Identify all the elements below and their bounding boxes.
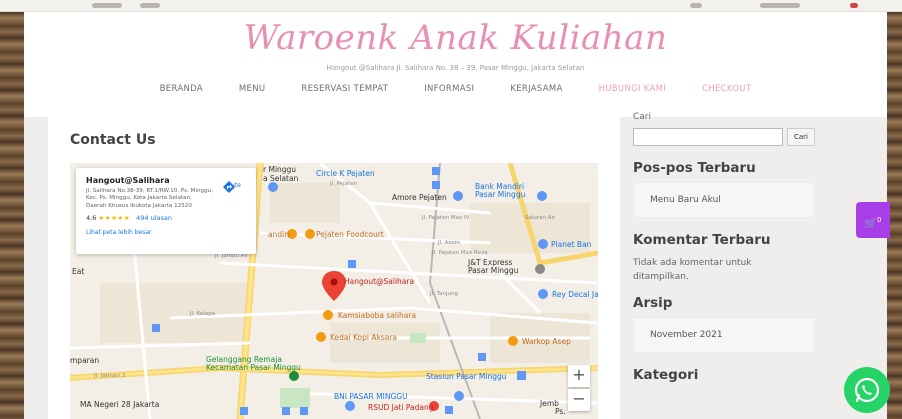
main-navigation: BERANDA MENU RESERVASI TEMPAT INFORMASI …	[24, 84, 887, 100]
search-input[interactable]	[633, 128, 783, 146]
rating-stars-icon: ★★★★★	[98, 213, 131, 222]
map-label: Planet Ban	[551, 240, 592, 249]
directions-icon	[223, 181, 235, 193]
recent-comments-title: Komentar Terbaru	[633, 232, 771, 248]
map-road-label: Jl. Pejaten Max Raya	[432, 250, 488, 256]
search-label: Cari	[633, 112, 651, 122]
map-road-label: Jl. Jatinari 3	[94, 373, 126, 379]
larger-map-link[interactable]: Lihat peta lebih besar	[86, 229, 248, 236]
map-label: Bank Mandiri Pasar Minggu	[475, 182, 526, 200]
page-title: Contact Us	[70, 132, 156, 148]
map-label: Kedai Kopi Aksara	[330, 333, 398, 342]
google-map-embed[interactable]: r Minggu a Selatan Circle K Pejaten Amor…	[70, 163, 598, 419]
whatsapp-button[interactable]	[844, 367, 890, 413]
map-road-label: Jl. Pejaten	[330, 181, 358, 187]
search-button[interactable]: Cari	[787, 128, 815, 146]
zoom-in-button[interactable]: +	[568, 365, 590, 387]
blurred-element	[850, 3, 858, 8]
floating-cart-button[interactable]: 🛒0	[856, 202, 890, 238]
nav-item-hubungi-kami[interactable]: HUBUNGI KAMI	[581, 84, 685, 100]
archive-link[interactable]: November 2021	[633, 316, 815, 353]
nav-item-kerjasama[interactable]: KERJASAMA	[492, 84, 580, 100]
map-label: J&T Express Pasar Minggu	[468, 258, 519, 276]
map-label: andiri	[268, 230, 290, 239]
zoom-out-button[interactable]: −	[568, 389, 590, 411]
recent-posts-title: Pos-pos Terbaru	[633, 160, 756, 176]
categories-title: Kategori	[633, 366, 699, 383]
map-label: Pejaten Foodcourt	[316, 230, 384, 239]
map-label: Circle K Pejaten	[316, 169, 375, 178]
cart-count: 0	[876, 216, 882, 224]
map-label: Kamsiaboba salihara	[338, 311, 417, 320]
map-label: BNI PASAR MINGGU	[334, 392, 408, 401]
sidebar: Cari Cari Pos-pos Terbaru Menu Baru Akul…	[633, 112, 833, 419]
cart-icon: 🛒	[864, 218, 877, 230]
map-label: r Minggu	[263, 165, 297, 174]
route-button[interactable]: Rute	[222, 180, 246, 193]
map-road-label: Jl. Pejaten Max IV	[422, 215, 470, 221]
main-content: Contact Us r Minggu a Selatan Circle K P…	[48, 112, 620, 419]
search-form: Cari	[633, 128, 833, 146]
map-place-card: Hangout@Salihara Jl. Salihara No.38-39, …	[76, 168, 256, 254]
map-label: Rey Decal Jakar	[552, 290, 598, 299]
left-wood-background	[0, 0, 24, 419]
map-road-label: Jl. Tanjung	[430, 291, 458, 297]
map-label: mparan	[70, 356, 100, 365]
archive-title: Arsip	[633, 294, 673, 311]
map-label: RSUD Jati Padang	[368, 403, 434, 412]
whatsapp-icon	[854, 377, 880, 403]
top-blurred-strip	[0, 0, 902, 12]
map-road-label: Jl. Asem	[438, 240, 461, 246]
nav-item-reservasi-tempat[interactable]: RESERVASI TEMPAT	[283, 84, 406, 100]
place-rating: 4,6 ★★★★★ 494 ulasan	[86, 214, 248, 222]
reviews-link[interactable]: 494 ulasan	[136, 214, 172, 222]
site-logo[interactable]: Waroenk Anak Kuliahan	[24, 18, 887, 58]
nav-item-beranda[interactable]: BERANDA	[142, 84, 221, 100]
blurred-element	[690, 3, 702, 8]
map-label: Eat	[72, 267, 85, 276]
nav-item-menu[interactable]: MENU	[221, 84, 283, 100]
nav-item-checkout[interactable]: CHECKOUT	[684, 84, 769, 100]
no-comments-text: Tidak ada komentar untuk ditampilkan.	[633, 258, 752, 283]
map-label: Stasiun Pasar Minggu	[426, 372, 507, 381]
map-label: MA Negeri 28 Jakarta	[80, 400, 160, 409]
map-road-label: Saluran Air	[525, 215, 556, 221]
site-header: Waroenk Anak Kuliahan Hangout @Salihara …	[24, 12, 887, 122]
nav-item-informasi[interactable]: INFORMASI	[406, 84, 492, 100]
map-label: Ps.	[555, 407, 566, 416]
map-label: a Selatan	[263, 174, 299, 183]
rating-value: 4,6	[86, 213, 97, 222]
map-road-label: Jl. Kelapa	[190, 311, 216, 317]
blurred-element	[140, 3, 160, 8]
site-tagline: Hangout @Salihara Jl. Salihara No. 38 – …	[326, 64, 585, 72]
map-label: Warkop Asep	[522, 337, 571, 346]
map-label: Amore Pejaten	[392, 193, 447, 202]
map-label-pin[interactable]: Hangout@Salihara	[344, 277, 414, 286]
blurred-element	[760, 3, 800, 8]
recent-post-link[interactable]: Menu Baru Akul	[633, 182, 815, 218]
blurred-element	[92, 3, 122, 8]
map-label: Gelanggang Remaja Kecamatan Pasar Minggu	[206, 355, 301, 373]
place-address: Jl. Salihara No.38-39, RT.1/RW.10, Ps. M…	[86, 188, 213, 209]
